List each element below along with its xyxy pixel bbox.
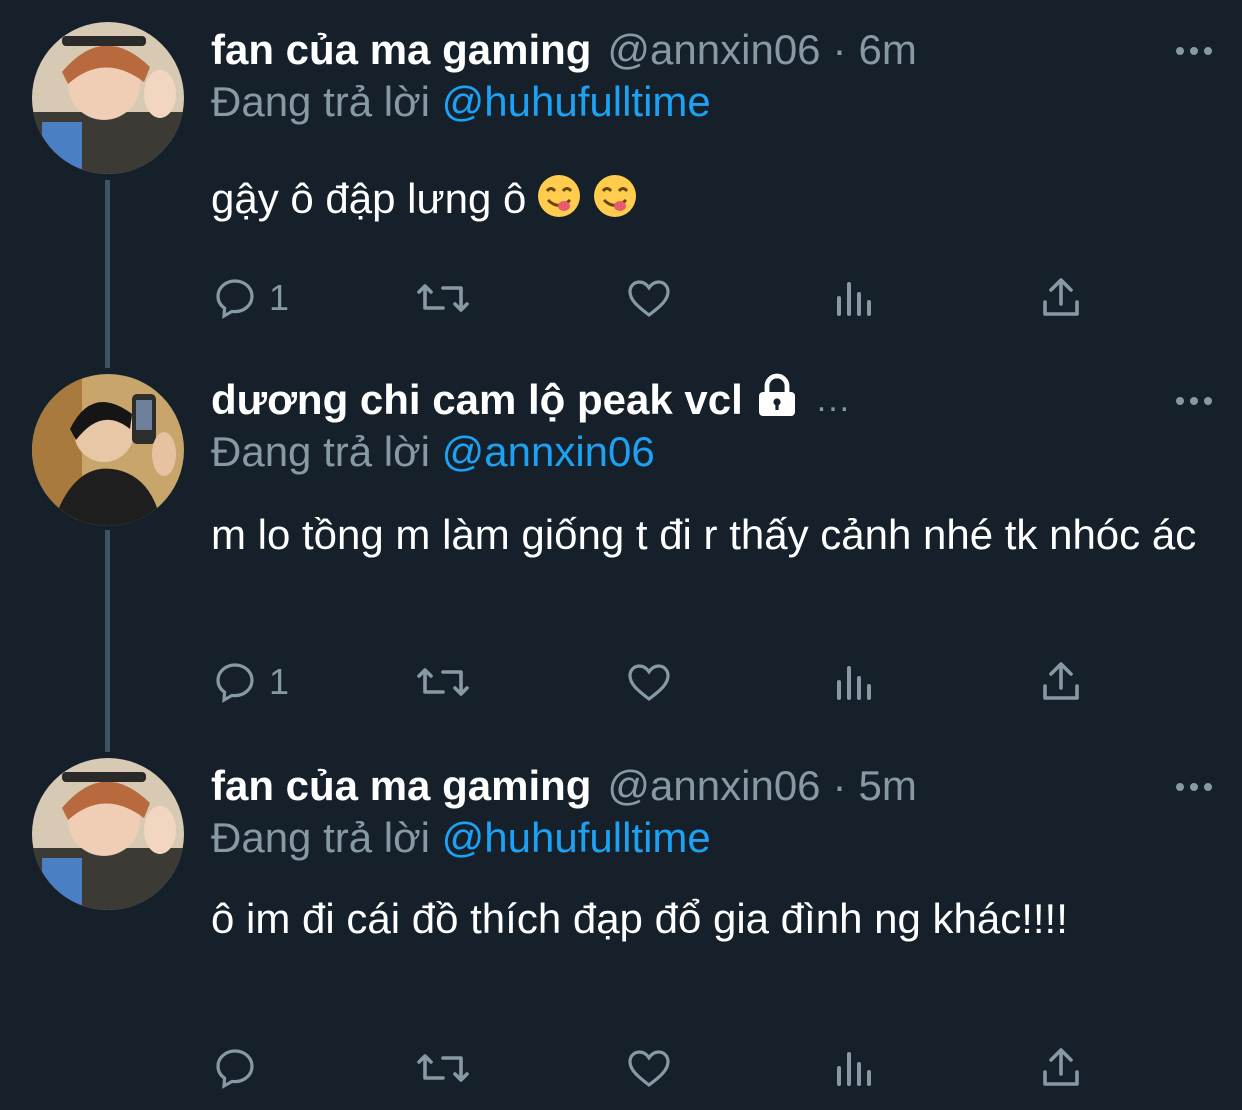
tweet-text: gậy ô đập lưng ô [211, 170, 1202, 234]
separator-dot: · [832, 762, 847, 809]
analytics-icon [837, 282, 871, 316]
face-savoring-food-icon [536, 173, 582, 234]
analytics-icon [837, 666, 871, 700]
timestamp[interactable]: 6m [859, 26, 917, 74]
tweet[interactable]: dương chi cam lộ peak vcl ... Đang trả l… [0, 372, 1242, 732]
mention-link[interactable]: @huhufulltime [442, 814, 711, 861]
share-icon [1043, 662, 1079, 700]
display-name[interactable]: fan của ma gaming [211, 26, 591, 74]
tweet-text-content: gậy ô đập lưng ô [211, 175, 527, 222]
more-options-icon[interactable] [1174, 772, 1214, 802]
retweet-icon [417, 284, 469, 312]
avatar[interactable] [32, 758, 184, 910]
share-button[interactable] [1037, 270, 1085, 326]
reply-icon [216, 1049, 254, 1089]
mention-link[interactable]: @annxin06 [442, 428, 655, 475]
like-button[interactable] [625, 1040, 673, 1096]
heart-icon [628, 1050, 670, 1088]
tweet-actions: 1 [211, 270, 1091, 326]
analytics-button[interactable] [831, 654, 879, 710]
replying-to: Đang trả lời @annxin06 [211, 428, 655, 476]
retweet-icon [417, 668, 469, 696]
replying-label: Đang trả lời [211, 428, 430, 475]
replying-label: Đang trả lời [211, 814, 430, 861]
more-options-icon[interactable] [1174, 36, 1214, 66]
share-button[interactable] [1037, 654, 1085, 710]
analytics-icon [837, 1052, 871, 1086]
username[interactable]: @annxin06 [607, 762, 820, 810]
retweet-button[interactable] [415, 654, 471, 710]
like-button[interactable] [625, 654, 673, 710]
timestamp[interactable]: 5m [859, 762, 917, 810]
replying-to: Đang trả lời @huhufulltime [211, 78, 711, 126]
tweet-header: fan của ma gaming @annxin06 · 6m [211, 22, 1182, 78]
retweet-icon [417, 1054, 469, 1082]
share-icon [1043, 278, 1079, 316]
replying-to: Đang trả lời @huhufulltime [211, 814, 711, 862]
display-name[interactable]: fan của ma gaming [211, 762, 591, 810]
share-button[interactable] [1037, 1040, 1085, 1096]
tweet[interactable]: fan của ma gaming @annxin06 · 6m Đang tr… [0, 22, 1242, 352]
truncated-ellipsis: ... [816, 380, 852, 419]
tweet-text: ô im đi cái đồ thích đạp đổ gia đình ng … [211, 895, 1068, 942]
separator-dot: · [832, 26, 847, 73]
reply-count: 1 [269, 277, 290, 318]
reply-icon [216, 663, 254, 703]
tweet-text: m lo tồng m làm giống t đi r thấy cảnh n… [211, 511, 1197, 558]
retweet-button[interactable] [415, 1040, 471, 1096]
heart-icon [628, 664, 670, 702]
tweet[interactable]: fan của ma gaming @annxin06 · 5m Đang tr… [0, 758, 1242, 1110]
avatar[interactable] [32, 22, 184, 174]
display-name[interactable]: dương chi cam lộ peak vcl [211, 376, 743, 424]
reply-count: 1 [269, 661, 290, 702]
avatar[interactable] [32, 374, 184, 526]
retweet-button[interactable] [415, 270, 471, 326]
tweet-header: dương chi cam lộ peak vcl ... [211, 372, 1182, 428]
face-savoring-food-icon [592, 173, 638, 234]
tweet-header: fan của ma gaming @annxin06 · 5m [211, 758, 1182, 814]
reply-button[interactable]: 1 [211, 270, 289, 326]
like-button[interactable] [625, 270, 673, 326]
username[interactable]: @annxin06 [607, 26, 820, 74]
more-options-icon[interactable] [1174, 386, 1214, 416]
reply-icon [216, 279, 254, 319]
analytics-button[interactable] [831, 1040, 879, 1096]
heart-icon [628, 280, 670, 318]
analytics-button[interactable] [831, 270, 879, 326]
reply-button[interactable]: 1 [211, 654, 289, 710]
replying-label: Đang trả lời [211, 78, 430, 125]
lock-icon [755, 372, 799, 428]
reply-button[interactable] [211, 1040, 269, 1096]
tweet-actions [211, 1040, 1091, 1096]
share-icon [1043, 1048, 1079, 1086]
mention-link[interactable]: @huhufulltime [442, 78, 711, 125]
tweet-actions: 1 [211, 654, 1091, 710]
